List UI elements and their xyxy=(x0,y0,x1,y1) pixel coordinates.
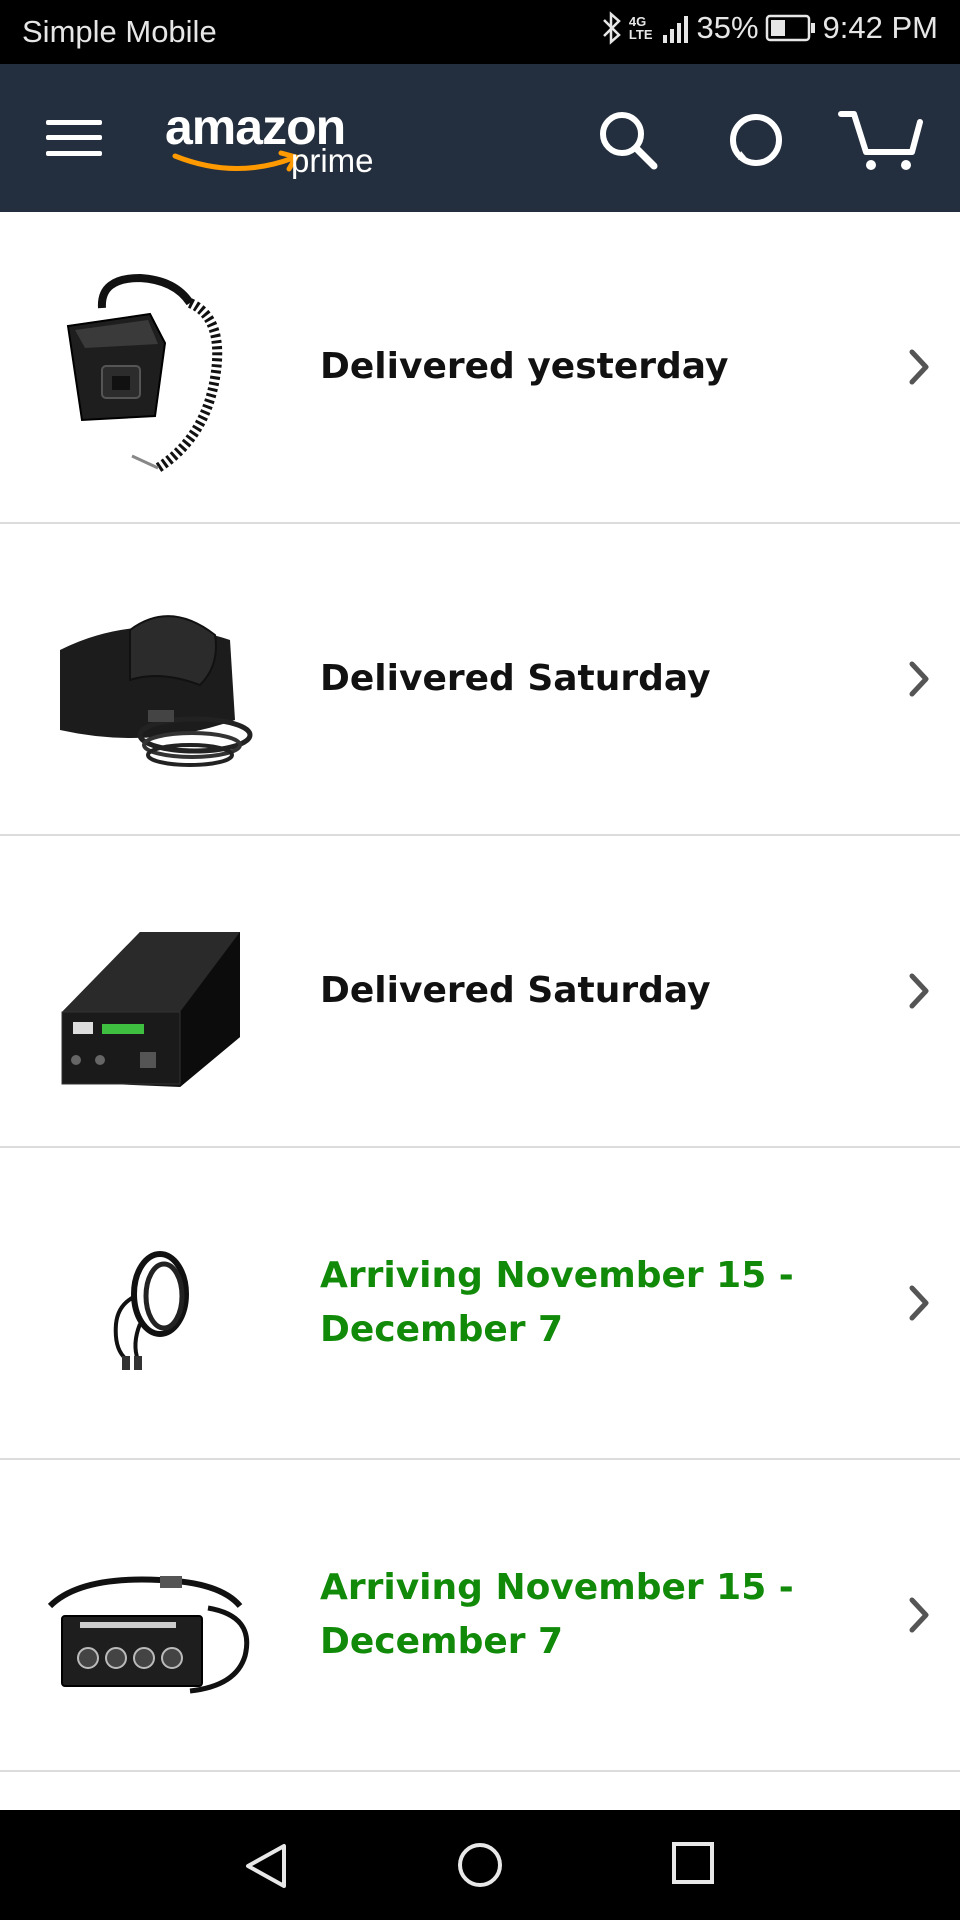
search-icon[interactable] xyxy=(596,108,660,172)
chevron-right-icon[interactable] xyxy=(904,347,934,387)
product-image-dew-heater-controller xyxy=(47,1576,250,1694)
system-nav-bar xyxy=(0,1810,960,1920)
signal-icon xyxy=(662,16,688,43)
app-header: amazon prime xyxy=(0,64,960,212)
amazon-prime-logo[interactable]: amazon prime xyxy=(165,98,395,188)
product-image-black-strap-with-cable xyxy=(60,615,253,767)
order-status: Arriving November 15 - December 7 xyxy=(320,1567,794,1662)
order-row[interactable]: Arriving November 15 - December 7 xyxy=(0,1148,960,1460)
order-row[interactable]: Delivered Saturday xyxy=(0,836,960,1148)
chevron-right-icon[interactable] xyxy=(904,659,934,699)
order-row[interactable]: Delivered Saturday xyxy=(0,524,960,836)
logo-prime: prime xyxy=(291,142,374,179)
product-image-coiled-cable-controller xyxy=(66,273,223,473)
chevron-right-icon[interactable] xyxy=(904,971,934,1011)
chevron-right-icon[interactable] xyxy=(904,1595,934,1635)
bluetooth-icon xyxy=(603,11,621,45)
order-status: Delivered yesterday xyxy=(320,346,729,387)
order-status: Delivered Saturday xyxy=(320,658,711,699)
product-image-coiled-black-cord xyxy=(113,1251,189,1370)
battery-percent: 35% xyxy=(696,10,759,45)
order-row[interactable]: Arriving November 15 - December 7 xyxy=(0,1460,960,1772)
carrier-name: Simple Mobile xyxy=(22,14,217,49)
status-icons: 4G LTE 35% 9:42 PM xyxy=(601,10,938,46)
back-icon[interactable] xyxy=(240,1840,290,1892)
chevron-right-icon[interactable] xyxy=(904,1283,934,1323)
cart-icon[interactable] xyxy=(838,108,924,174)
status-bar: Simple Mobile 4G LTE 35% 9:42 PM xyxy=(0,0,960,64)
recents-icon[interactable] xyxy=(670,1840,716,1886)
order-row[interactable]: Delivered yesterday xyxy=(0,212,960,524)
home-icon[interactable] xyxy=(455,1840,505,1890)
alexa-icon[interactable] xyxy=(724,108,788,172)
product-image-black-power-tank xyxy=(61,932,240,1087)
orders-list: Delivered yesterday Delivered Saturday D… xyxy=(0,212,960,1772)
order-status: Delivered Saturday xyxy=(320,970,711,1011)
battery-icon xyxy=(765,14,815,42)
order-status: Arriving November 15 - December 7 xyxy=(320,1255,794,1350)
network-type: 4G LTE xyxy=(628,14,653,42)
clock-time: 9:42 PM xyxy=(822,10,938,45)
menu-icon[interactable] xyxy=(46,118,102,158)
